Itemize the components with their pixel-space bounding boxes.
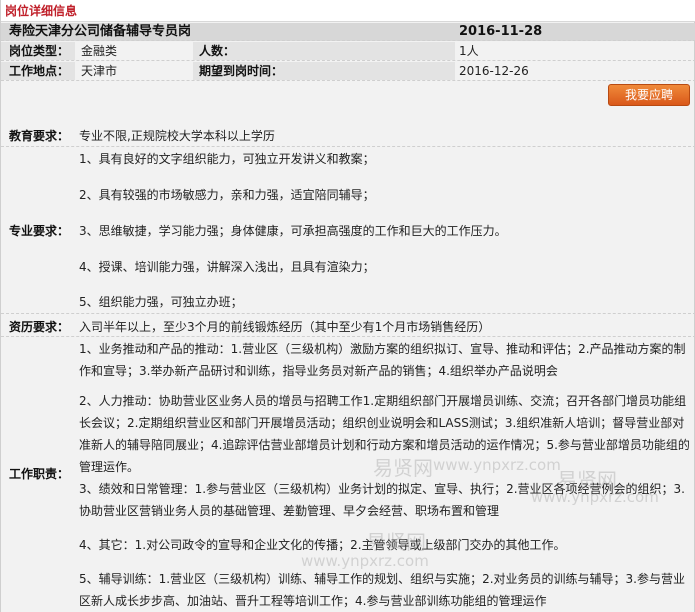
job-detail-panel: 岗位详细信息 寿险天津分公司储备辅导专员岗 2016-11-28 岗位类型： 金… [0, 0, 695, 612]
major-label: 专业要求： [9, 224, 70, 238]
arrival-value: 2016-12-26 [459, 64, 529, 78]
headcount-label: 人数： [199, 44, 236, 58]
major-item: 5、组织能力强，可独立办班； [79, 295, 243, 309]
job-title-row: 寿险天津分公司储备辅导专员岗 2016-11-28 [1, 23, 695, 41]
duties-label: 工作职责： [9, 467, 70, 481]
location-label: 工作地点： [9, 64, 70, 78]
duty-item: 2、人力推动：协助营业区业务人员的增员与招聘工作1.定期组织部门开展增员训练、交… [79, 394, 690, 474]
duty-item: 3、绩效和日常管理：1.参与营业区（三级机构）业务计划的拟定、宣导、执行；2.营… [79, 482, 685, 518]
job-title: 寿险天津分公司储备辅导专员岗 [9, 24, 192, 39]
major-row: 专业要求： 1、具有良好的文字组织能力，可独立开发讲义和教案； 2、具有较强的市… [1, 148, 695, 314]
apply-button[interactable]: 我要应聘 [608, 84, 690, 106]
education-row: 教育要求： 专业不限,正规院校大学本科以上学历 [1, 123, 695, 147]
major-item: 4、授课、培训能力强，讲解深入浅出，且具有渲染力； [79, 260, 375, 274]
experience-value: 入司半年以上，至少3个月的前线锻炼经历（其中至少有1个月市场销售经历） [79, 320, 491, 334]
arrival-label: 期望到岗时间： [199, 64, 284, 78]
major-item: 1、具有良好的文字组织能力，可独立开发讲义和教案； [79, 152, 375, 166]
duty-item: 1、业务推动和产品的推动：1.营业区（三级机构）激励方案的组织拟订、宣导、推动和… [79, 342, 686, 378]
location-value: 天津市 [81, 64, 118, 78]
job-type-row: 岗位类型： 金融类 人数： 1人 [1, 42, 695, 61]
duty-item: 4、其它：1.对公司政令的宣导和企业文化的传播；2.主管领导或上级部门交办的其他… [79, 538, 566, 552]
experience-row: 资历要求： 入司半年以上，至少3个月的前线锻炼经历（其中至少有1个月市场销售经历… [1, 315, 695, 337]
experience-label: 资历要求： [9, 320, 70, 334]
publish-date: 2016-11-28 [459, 24, 543, 39]
duties-row: 工作职责： 1、业务推动和产品的推动：1.营业区（三级机构）激励方案的组织拟订、… [1, 338, 695, 612]
education-value: 专业不限,正规院校大学本科以上学历 [79, 129, 275, 143]
job-type-value: 金融类 [81, 44, 118, 58]
duty-item: 5、辅导训练：1.营业区（三级机构）训练、辅导工作的规划、组织与实施；2.对业务… [79, 572, 685, 608]
section-title: 岗位详细信息 [1, 0, 695, 22]
job-type-label: 岗位类型： [9, 44, 70, 58]
job-location-row: 工作地点： 天津市 期望到岗时间： 2016-12-26 [1, 62, 695, 81]
education-label: 教育要求： [9, 129, 70, 143]
headcount-value: 1人 [459, 44, 479, 58]
major-item: 2、具有较强的市场敏感力，亲和力强，适宜陪同辅导； [79, 188, 375, 202]
major-item: 3、思维敏捷，学习能力强；身体健康，可承担高强度的工作和巨大的工作压力。 [79, 224, 507, 238]
